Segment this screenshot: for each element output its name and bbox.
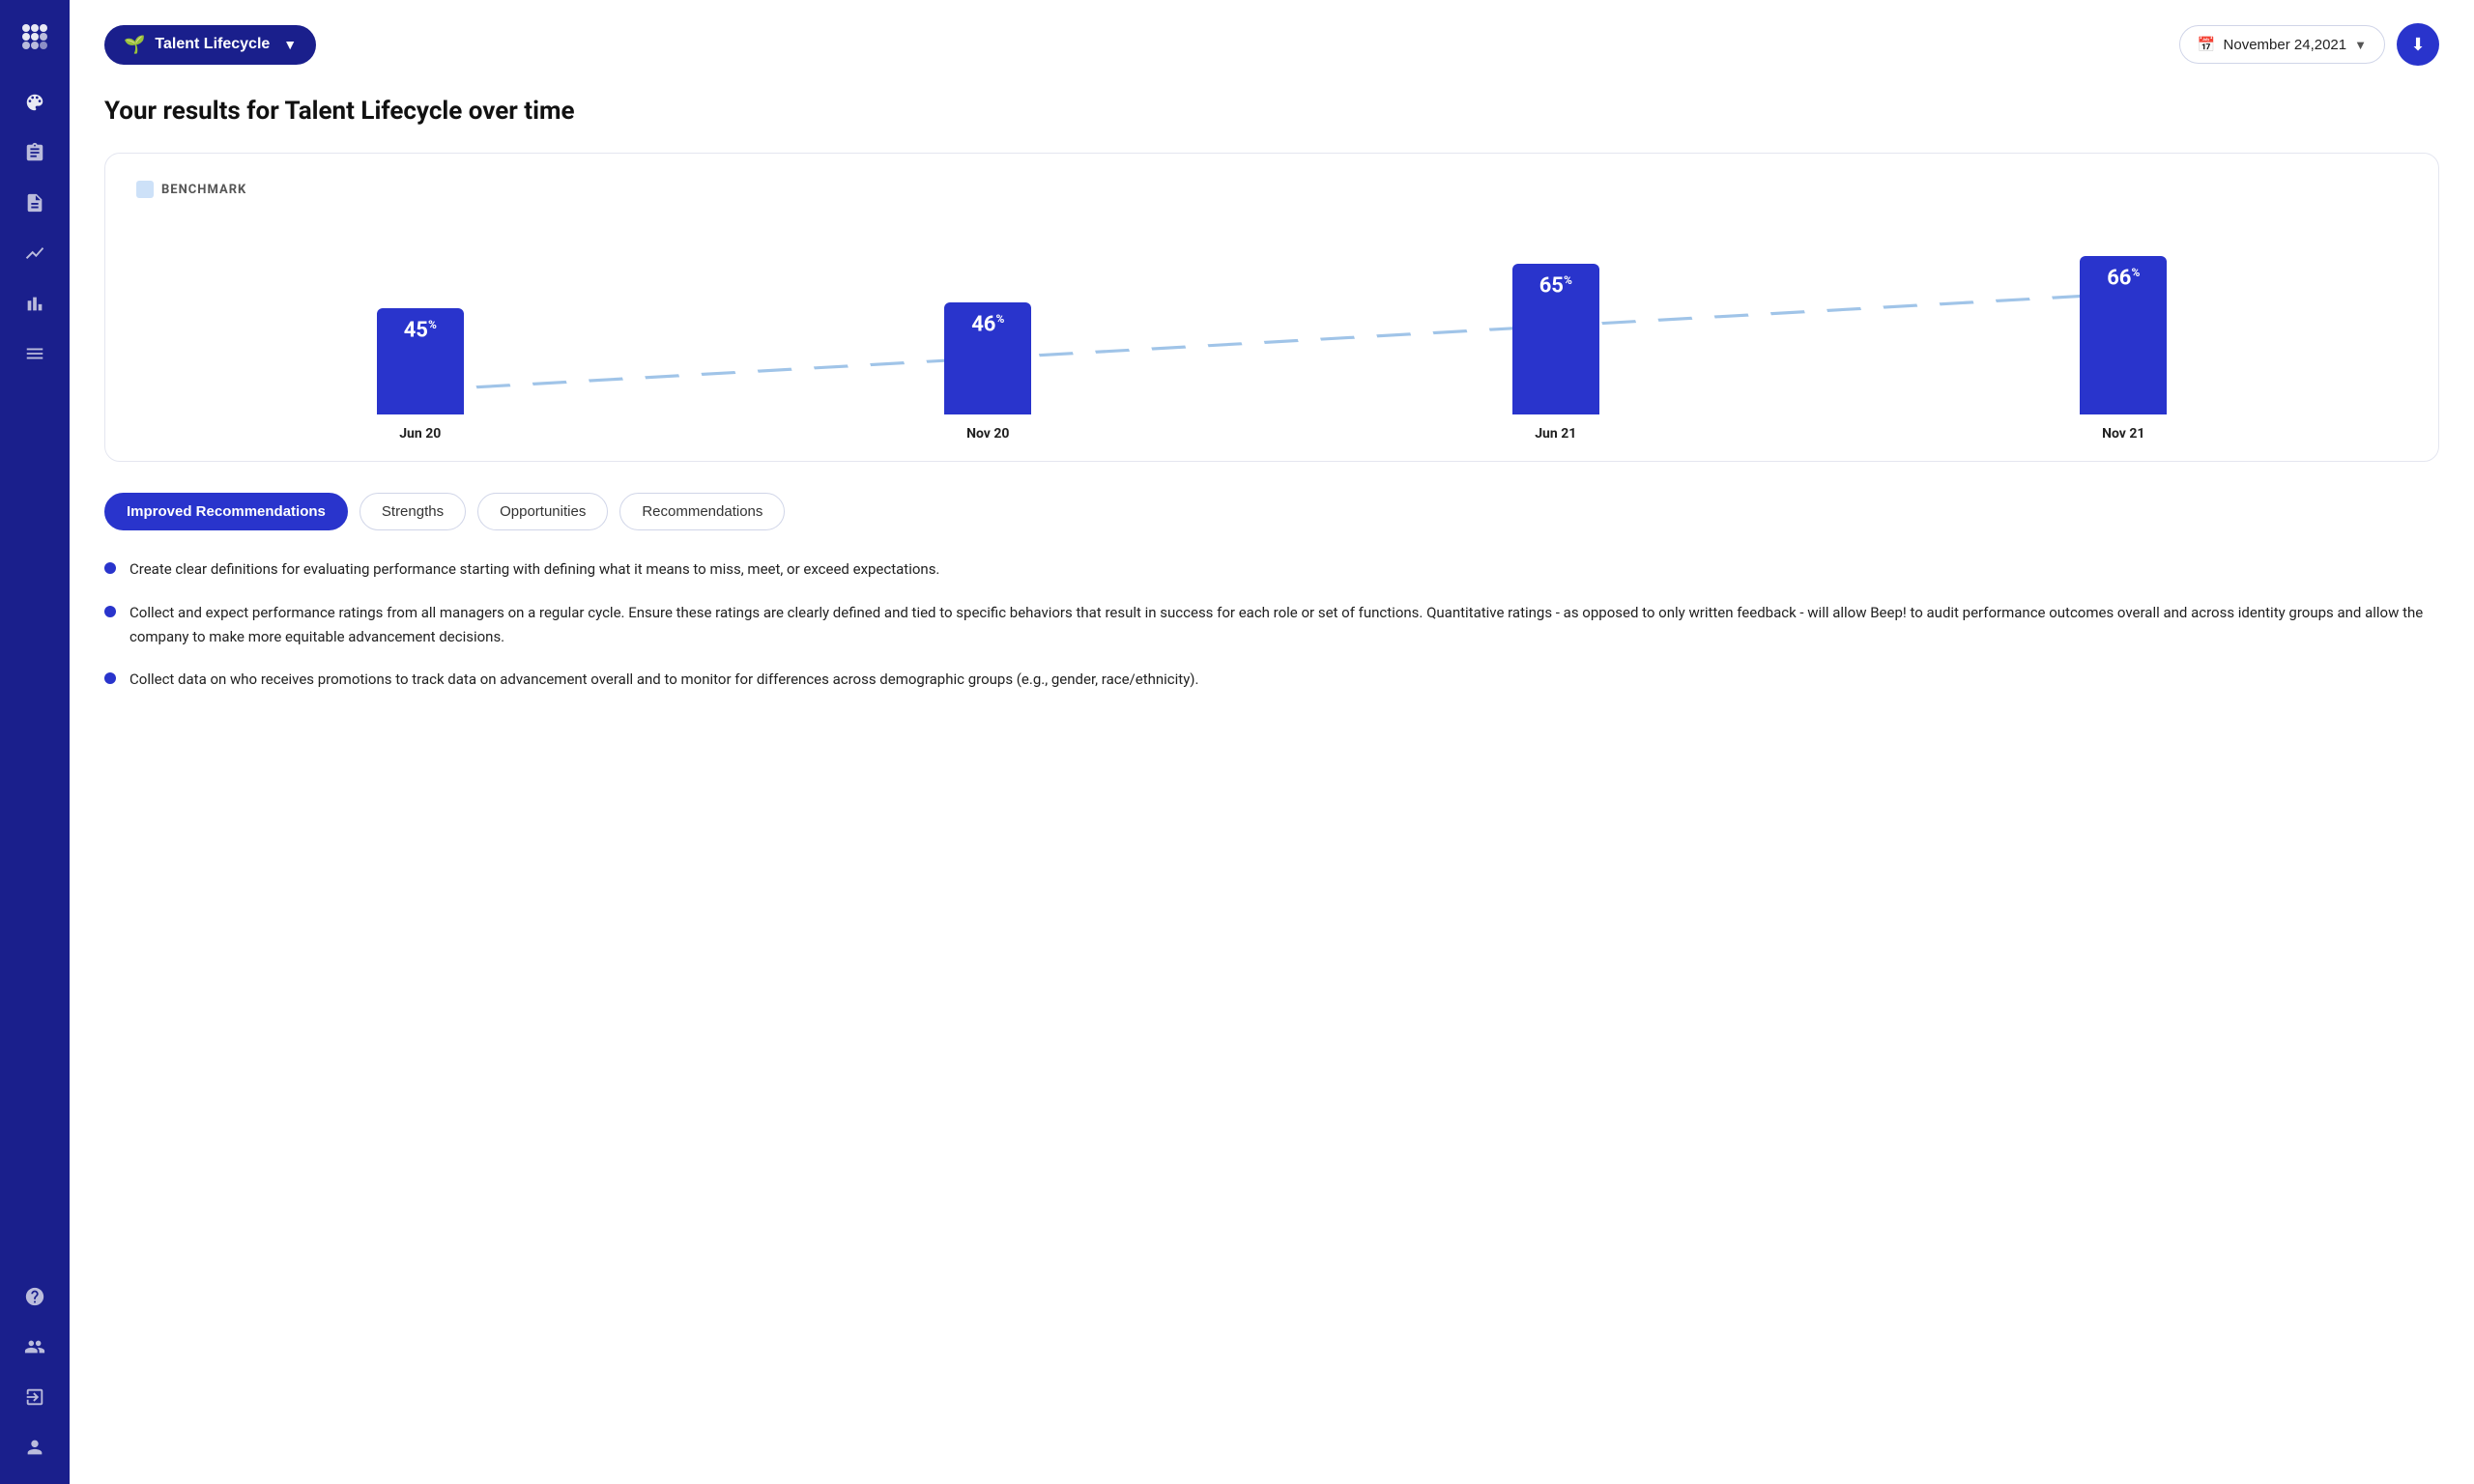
chart-col-jun20: 45% — [136, 221, 705, 414]
logo-icon — [14, 15, 56, 58]
list-item-text: Collect data on who receives promotions … — [129, 668, 1198, 692]
chart-line-icon[interactable] — [14, 232, 56, 274]
chart-bar-icon[interactable] — [14, 282, 56, 325]
date-chevron-icon: ▼ — [2354, 38, 2367, 52]
people-icon[interactable] — [14, 1326, 56, 1368]
page-header: 🌱 Talent Lifecycle ▼ 📅 November 24,2021 … — [104, 23, 2439, 66]
clipboard-icon[interactable] — [14, 131, 56, 174]
chart-card: BENCHMARK 45% — [104, 153, 2439, 462]
download-button[interactable]: ⬇ — [2397, 23, 2439, 66]
bar-value-jun20: 45% — [404, 318, 437, 342]
bullet-dot — [104, 562, 116, 574]
chart-col-nov21: 66% — [1840, 221, 2408, 414]
sidebar — [0, 0, 70, 1484]
bar-wrap-jun20: 45% — [136, 221, 705, 414]
chart-area: 45% 46% 65% — [136, 221, 2407, 414]
bar-nov20: 46% — [944, 302, 1031, 414]
x-label-jun20: Jun 20 — [136, 426, 705, 442]
header-controls: 📅 November 24,2021 ▼ ⬇ — [2179, 23, 2439, 66]
leaf-icon: 🌱 — [124, 35, 145, 55]
tab-opportunities[interactable]: Opportunities — [477, 493, 608, 530]
dropdown-label: Talent Lifecycle — [155, 36, 270, 53]
x-label-nov21: Nov 21 — [1840, 426, 2408, 442]
help-icon[interactable] — [14, 1275, 56, 1318]
bar-wrap-jun21: 65% — [1272, 221, 1840, 414]
main-content: 🌱 Talent Lifecycle ▼ 📅 November 24,2021 … — [70, 0, 2474, 1484]
bar-value-nov20: 46% — [971, 312, 1004, 336]
bar-jun21: 65% — [1512, 264, 1599, 414]
list-item: Collect and expect performance ratings f… — [104, 601, 2439, 649]
x-label-nov20: Nov 20 — [705, 426, 1273, 442]
chart-col-jun21: 65% — [1272, 221, 1840, 414]
page-title: Your results for Talent Lifecycle over t… — [104, 97, 2439, 126]
list-item: Collect data on who receives promotions … — [104, 668, 2439, 692]
bullet-dot — [104, 606, 116, 617]
tab-improved-recommendations[interactable]: Improved Recommendations — [104, 493, 348, 530]
list-icon[interactable] — [14, 332, 56, 375]
list-item-text: Create clear definitions for evaluating … — [129, 557, 939, 582]
date-picker-button[interactable]: 📅 November 24,2021 ▼ — [2179, 25, 2385, 64]
bar-wrap-nov21: 66% — [1840, 221, 2408, 414]
profile-icon[interactable] — [14, 1426, 56, 1469]
benchmark-legend-label: BENCHMARK — [161, 183, 246, 197]
dropdown-chevron-icon: ▼ — [283, 37, 297, 52]
logout-icon[interactable] — [14, 1376, 56, 1418]
x-label-jun21: Jun 21 — [1272, 426, 1840, 442]
download-icon: ⬇ — [2410, 35, 2425, 55]
date-label: November 24,2021 — [2224, 37, 2347, 53]
bar-value-nov21: 66% — [2107, 266, 2140, 290]
bullet-dot — [104, 672, 116, 684]
bar-value-jun21: 65% — [1539, 273, 1572, 298]
tab-recommendations[interactable]: Recommendations — [619, 493, 785, 530]
tab-strengths[interactable]: Strengths — [360, 493, 466, 530]
chart-legend: BENCHMARK — [136, 181, 2407, 198]
list-item: Create clear definitions for evaluating … — [104, 557, 2439, 582]
list-item-text: Collect and expect performance ratings f… — [129, 601, 2439, 649]
bar-nov21: 66% — [2080, 256, 2167, 414]
chart-x-labels: Jun 20 Nov 20 Jun 21 Nov 21 — [136, 426, 2407, 442]
calendar-icon: 📅 — [2198, 36, 2216, 53]
recommendations-list: Create clear definitions for evaluating … — [104, 557, 2439, 692]
chart-col-nov20: 46% — [705, 221, 1273, 414]
talent-lifecycle-dropdown[interactable]: 🌱 Talent Lifecycle ▼ — [104, 25, 316, 65]
tab-group: Improved Recommendations Strengths Oppor… — [104, 493, 2439, 530]
bar-wrap-nov20: 46% — [705, 221, 1273, 414]
document-icon[interactable] — [14, 182, 56, 224]
chart-bars: 45% 46% 65% — [136, 221, 2407, 414]
benchmark-legend-box — [136, 181, 154, 198]
bar-jun20: 45% — [377, 308, 464, 414]
palette-icon[interactable] — [14, 81, 56, 124]
